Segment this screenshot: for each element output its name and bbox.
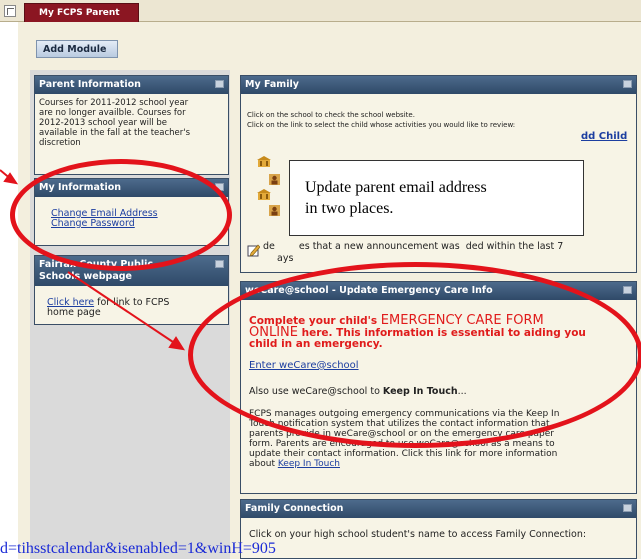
arrow-head: [168, 336, 186, 351]
annotation-arrows: [0, 169, 186, 351]
url-fragment: d=tihsstcalendar&isenabled=1&winH=905: [0, 540, 276, 557]
arrow-line: [67, 271, 177, 345]
